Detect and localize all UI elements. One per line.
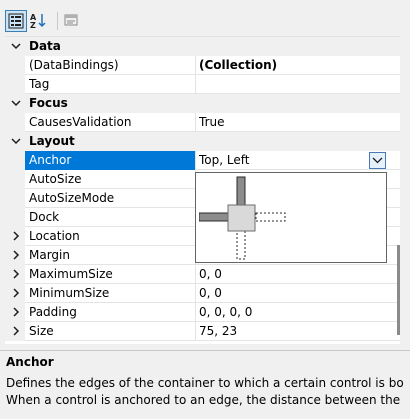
property-name: (DataBindings) (29, 58, 119, 72)
category-data[interactable]: Data (5, 37, 400, 56)
chevron-down-icon[interactable] (11, 98, 21, 108)
property-name: Padding (29, 305, 77, 319)
property-pages-icon (64, 14, 78, 26)
chevron-right-icon[interactable] (11, 307, 21, 317)
property-row-maximumsize[interactable]: MaximumSize 0, 0 (5, 265, 400, 284)
property-row-causesvalidation[interactable]: CausesValidation True (5, 113, 400, 132)
property-value[interactable]: 0, 0, 0, 0 (199, 305, 395, 319)
toolbar: A Z (0, 0, 410, 36)
property-row-minimumsize[interactable]: MinimumSize 0, 0 (5, 284, 400, 303)
property-name: AutoSize (29, 172, 82, 186)
property-row-tag[interactable]: Tag (5, 75, 400, 94)
chevron-down-icon[interactable] (11, 136, 21, 146)
chevron-right-icon[interactable] (11, 231, 21, 241)
property-row-databindings[interactable]: (DataBindings) (Collection) (5, 56, 400, 75)
property-pages-button[interactable] (61, 10, 83, 32)
property-name: Anchor (29, 153, 72, 167)
description-line-1: Defines the edges of the container to wh… (6, 376, 404, 390)
property-name: Location (29, 229, 80, 243)
property-name: MinimumSize (29, 286, 110, 300)
svg-text:Z: Z (30, 21, 36, 30)
alphabetical-icon: A Z (30, 13, 46, 30)
category-layout[interactable]: Layout (5, 132, 400, 151)
property-name: Size (29, 324, 54, 338)
description-line-2: When a control is anchored to an edge, t… (6, 393, 404, 407)
property-name: CausesValidation (29, 115, 132, 129)
alphabetical-button[interactable]: A Z (28, 10, 50, 32)
description-title: Anchor (6, 355, 54, 369)
anchor-dropdown-button[interactable] (369, 152, 386, 169)
vertical-scrollbar[interactable] (397, 245, 400, 335)
anchor-bottom-toggle[interactable] (236, 230, 246, 260)
property-value[interactable]: Top, Left (199, 153, 395, 167)
description-text: Defines the edges of the container to wh… (6, 375, 404, 409)
toolbar-separator (57, 12, 58, 30)
anchor-editor-popup (195, 172, 387, 263)
property-value[interactable]: (Collection) (199, 58, 395, 72)
property-name: Tag (29, 77, 50, 91)
anchor-left-toggle[interactable] (199, 212, 231, 222)
property-name: Margin (29, 248, 70, 262)
property-row-size[interactable]: Size 75, 23 (5, 322, 400, 341)
categorized-icon (8, 13, 24, 29)
anchor-center-control (227, 204, 256, 232)
chevron-right-icon[interactable] (11, 250, 21, 260)
category-focus[interactable]: Focus (5, 94, 400, 113)
chevron-down-icon[interactable] (11, 41, 21, 51)
category-data-label: Data (29, 39, 61, 53)
property-row-anchor[interactable]: Anchor Top, Left (5, 151, 400, 170)
category-layout-label: Layout (29, 134, 75, 148)
anchor-editor (199, 176, 286, 260)
property-value[interactable]: 0, 0 (199, 286, 395, 300)
property-name: Dock (29, 210, 60, 224)
anchor-right-toggle[interactable] (255, 212, 286, 222)
chevron-right-icon[interactable] (11, 288, 21, 298)
property-value[interactable]: True (199, 115, 395, 129)
chevron-down-icon (372, 157, 383, 164)
property-value[interactable]: 75, 23 (199, 324, 395, 338)
property-value[interactable]: 0, 0 (199, 267, 395, 281)
description-panel: Anchor Defines the edges of the containe… (0, 350, 410, 419)
categorized-button[interactable] (5, 10, 27, 32)
property-row-padding[interactable]: Padding 0, 0, 0, 0 (5, 303, 400, 322)
property-name: AutoSizeMode (29, 191, 115, 205)
chevron-right-icon[interactable] (11, 269, 21, 279)
category-focus-label: Focus (29, 96, 68, 110)
chevron-right-icon[interactable] (11, 326, 21, 336)
property-name: MaximumSize (29, 267, 113, 281)
